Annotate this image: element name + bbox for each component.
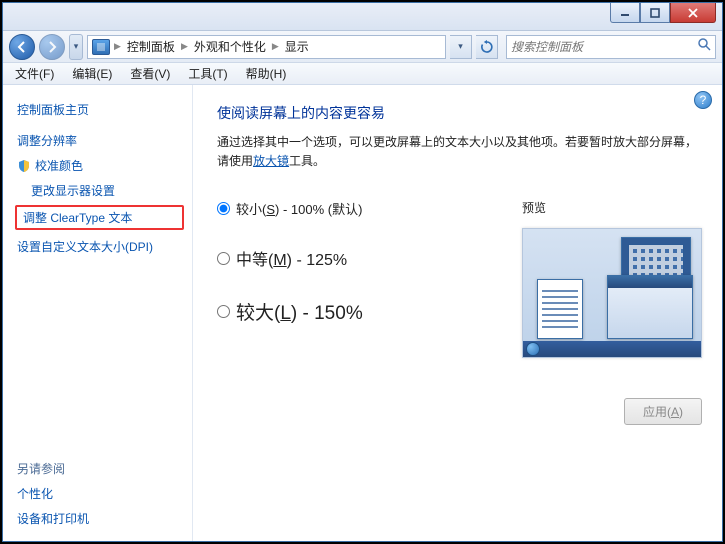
radio-small[interactable] — [217, 202, 230, 215]
minimize-icon — [620, 8, 630, 18]
radio-large[interactable] — [217, 305, 230, 318]
page-description: 通过选择其中一个选项，可以更改屏幕上的文本大小以及其他项。若要暂时放大部分屏幕，… — [217, 133, 702, 171]
address-dropdown[interactable]: ▾ — [450, 35, 472, 59]
forward-arrow-icon — [45, 40, 59, 54]
option-large-label: 较大(L) - 150% — [236, 298, 363, 325]
titlebar — [3, 3, 722, 31]
option-large[interactable]: 较大(L) - 150% — [217, 298, 522, 325]
close-icon — [687, 8, 699, 18]
preview-label: 预览 — [522, 199, 702, 216]
nav-history-dropdown[interactable]: ▾ — [69, 34, 83, 60]
magnifier-link[interactable]: 放大镜 — [253, 154, 289, 168]
back-arrow-icon — [15, 40, 29, 54]
minimize-button[interactable] — [610, 3, 640, 23]
search-input[interactable] — [511, 40, 697, 54]
chevron-right-icon: ▶ — [272, 41, 279, 52]
menubar: 文件(F) 编辑(E) 查看(V) 工具(T) 帮助(H) — [3, 63, 722, 85]
sidebar-personalization[interactable]: 个性化 — [17, 481, 184, 506]
preview-taskbar-icon — [523, 341, 701, 357]
window-frame: ▾ ▶ 控制面板 ▶ 外观和个性化 ▶ 显示 ▾ 文件(F) 编辑(E) 查看(… — [2, 2, 723, 542]
menu-view[interactable]: 查看(V) — [122, 63, 178, 84]
maximize-icon — [650, 8, 660, 18]
option-medium-label: 中等(M) - 125% — [236, 246, 347, 270]
menu-help[interactable]: 帮助(H) — [238, 63, 295, 84]
navbar: ▾ ▶ 控制面板 ▶ 外观和个性化 ▶ 显示 ▾ — [3, 31, 722, 63]
preview-window-icon — [607, 275, 693, 339]
preview-area: 预览 — [522, 199, 702, 358]
option-small-label: 较小(S) - 100% (默认) — [236, 199, 362, 218]
menu-tools[interactable]: 工具(T) — [180, 63, 235, 84]
option-medium[interactable]: 中等(M) - 125% — [217, 246, 522, 270]
close-button[interactable] — [670, 3, 716, 23]
refresh-button[interactable] — [476, 35, 498, 59]
body: 控制面板主页 调整分辨率 校准颜色 更改显示器设置 调整 ClearType 文… — [3, 85, 722, 541]
forward-button[interactable] — [39, 34, 65, 60]
menu-edit[interactable]: 编辑(E) — [64, 63, 120, 84]
preview-window-icon — [537, 279, 583, 339]
sidebar-calibrate-label: 校准颜色 — [35, 157, 83, 174]
sidebar-cleartype-highlight: 调整 ClearType 文本 — [15, 205, 184, 230]
apply-button[interactable]: 应用(A) — [624, 398, 702, 425]
refresh-icon — [480, 40, 494, 54]
see-also-header: 另请参阅 — [17, 460, 184, 477]
breadcrumb-control-panel[interactable]: 控制面板 — [125, 38, 177, 55]
main-pane: ? 使阅读屏幕上的内容更容易 通过选择其中一个选项，可以更改屏幕上的文本大小以及… — [193, 85, 722, 541]
maximize-button[interactable] — [640, 3, 670, 23]
sidebar-calibrate[interactable]: 校准颜色 — [17, 153, 184, 178]
breadcrumb-appearance[interactable]: 外观和个性化 — [192, 38, 268, 55]
chevron-right-icon: ▶ — [114, 41, 121, 52]
sidebar-resolution[interactable]: 调整分辨率 — [17, 128, 184, 153]
breadcrumb-display[interactable]: 显示 — [283, 38, 311, 55]
back-button[interactable] — [9, 34, 35, 60]
shield-icon — [17, 159, 31, 173]
page-title: 使阅读屏幕上的内容更容易 — [217, 103, 702, 123]
sidebar-cleartype[interactable]: 调整 ClearType 文本 — [23, 207, 132, 229]
search-box[interactable] — [506, 35, 716, 59]
window-buttons — [610, 3, 716, 23]
preview-thumbnail — [522, 228, 702, 358]
sidebar-home[interactable]: 控制面板主页 — [17, 97, 184, 122]
sidebar: 控制面板主页 调整分辨率 校准颜色 更改显示器设置 调整 ClearType 文… — [3, 85, 193, 541]
menu-file[interactable]: 文件(F) — [7, 63, 62, 84]
control-panel-icon — [92, 39, 110, 55]
sidebar-dpi[interactable]: 设置自定义文本大小(DPI) — [17, 234, 184, 259]
help-button[interactable]: ? — [694, 91, 712, 109]
search-icon — [697, 37, 711, 56]
address-bar[interactable]: ▶ 控制面板 ▶ 外观和个性化 ▶ 显示 — [87, 35, 446, 59]
sidebar-devices[interactable]: 设备和打印机 — [17, 506, 184, 531]
scale-options: 较小(S) - 100% (默认) 中等(M) - 125% 较大(L) - 1… — [217, 199, 522, 353]
option-small[interactable]: 较小(S) - 100% (默认) — [217, 199, 522, 218]
sidebar-display-settings[interactable]: 更改显示器设置 — [17, 178, 184, 203]
chevron-right-icon: ▶ — [181, 41, 188, 52]
radio-medium[interactable] — [217, 252, 230, 265]
